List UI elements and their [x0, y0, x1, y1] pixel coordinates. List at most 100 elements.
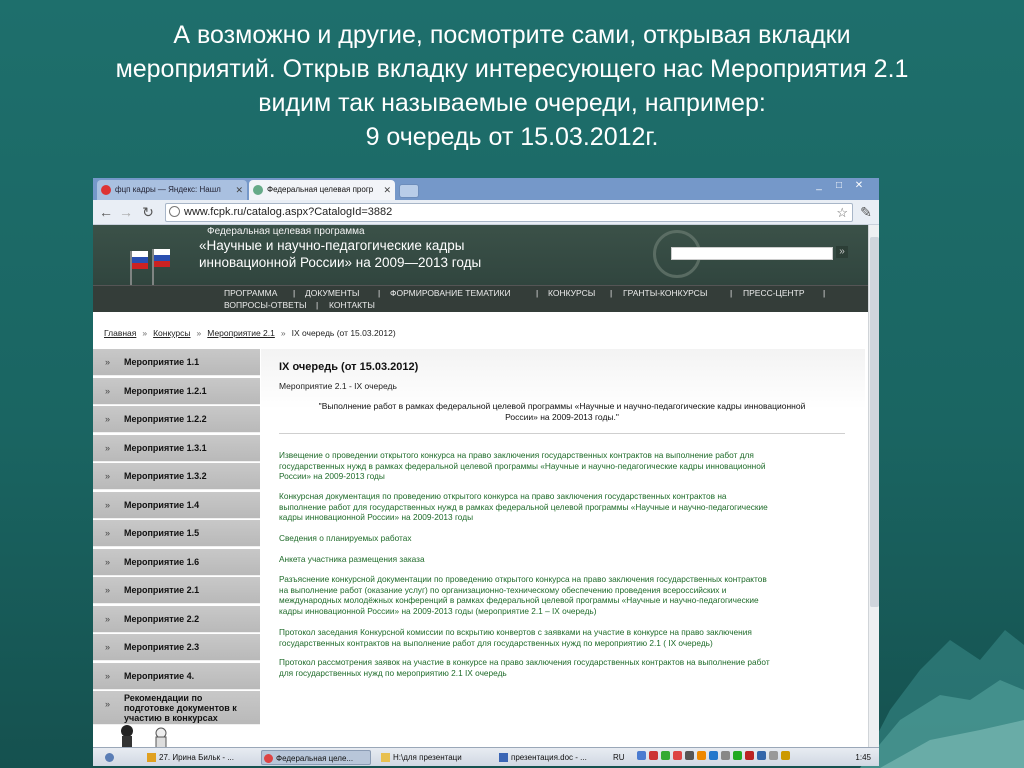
- sidebar-item-label-line: подготовке документов к: [124, 703, 237, 713]
- program-quote-line: России» на 2009-2013 годы.": [505, 412, 619, 422]
- sidebar-item-1-2-1[interactable]: » Мероприятие 1.2.1: [93, 377, 260, 405]
- nav-grants[interactable]: ГРАНТЫ-КОНКУРСЫ: [623, 288, 707, 298]
- sidebar-item-1-5[interactable]: » Мероприятие 1.5: [93, 520, 260, 547]
- link-line: Анкета участника размещения заказа: [279, 554, 425, 564]
- sidebar-item-2-1[interactable]: » Мероприятие 2.1: [93, 577, 260, 604]
- link-line: международных молодёжных конференций в р…: [279, 595, 759, 605]
- link-notice[interactable]: Извещение о проведении открытого конкурс…: [279, 450, 845, 482]
- sidebar-item-4[interactable]: » Мероприятие 4.: [93, 662, 260, 690]
- close-tab-icon[interactable]: ✕: [235, 180, 243, 200]
- sidebar-item-label: Мероприятие 1.6: [124, 556, 200, 567]
- address-bar[interactable]: www.fcpk.ru/catalog.aspx?CatalogId=3882 …: [165, 203, 853, 222]
- tray-icon[interactable]: [769, 751, 778, 760]
- nav-contacts[interactable]: КОНТАКТЫ: [329, 300, 375, 310]
- taskbar-item-browser[interactable]: Федеральная целе...: [261, 750, 371, 765]
- link-line: Протокол заседания Конкурсной комиссии п…: [279, 627, 752, 637]
- chevron-right-icon: »: [105, 471, 111, 481]
- taskbar-item-label: H:\для презентаци: [393, 753, 462, 762]
- tab-fcpk-label: Федеральная целевая прогр: [267, 185, 374, 194]
- tray-icon[interactable]: [781, 751, 790, 760]
- link-line: для государственных нужд по мероприятию …: [279, 667, 507, 678]
- link-line: кадры инновационной России» на 2009-2013…: [279, 605, 597, 616]
- chevron-right-icon: »: [105, 385, 111, 396]
- search-go-button[interactable]: »: [836, 246, 848, 258]
- taskbar-item-label: Федеральная целе...: [276, 754, 354, 763]
- clock[interactable]: 1:45: [855, 750, 871, 765]
- tray-icon[interactable]: [673, 751, 682, 760]
- link-line: Конкурсная документация по проведению от…: [279, 491, 727, 501]
- back-arrow-icon[interactable]: ←: [97, 203, 115, 221]
- folder-icon: [381, 753, 390, 762]
- nav-faq[interactable]: ВОПРОСЫ-ОТВЕТЫ: [224, 300, 307, 310]
- close-tab-icon[interactable]: ✕: [383, 180, 391, 200]
- tray-icon[interactable]: [637, 751, 646, 760]
- breadcrumb-separator: »: [280, 328, 286, 338]
- taskbar-item-folder[interactable]: H:\для презентаци: [379, 750, 489, 765]
- tab-yandex[interactable]: фцп кадры — Яндекс: Нашл ✕: [97, 180, 247, 200]
- tab-fcpk[interactable]: Федеральная целевая прогр ✕: [249, 180, 395, 200]
- link-clarification[interactable]: Разъяснение конкурсной документации по п…: [279, 574, 845, 616]
- reload-icon[interactable]: ↻: [139, 203, 157, 221]
- nav-separator: |: [823, 288, 826, 298]
- tray-icon[interactable]: [733, 751, 742, 760]
- link-line: выполнение работ для государственных нуж…: [279, 501, 768, 512]
- tray-icon[interactable]: [757, 751, 766, 760]
- scrollbar-thumb[interactable]: [870, 237, 879, 607]
- nav-topics[interactable]: ФОРМИРОВАНИЕ ТЕМАТИКИ: [390, 288, 511, 298]
- main-navigation: ПРОГРАММА | ДОКУМЕНТЫ | ФОРМИРОВАНИЕ ТЕМ…: [93, 285, 868, 312]
- maximize-button[interactable]: □: [830, 179, 848, 193]
- sidebar-item-1-2-2[interactable]: » Мероприятие 1.2.2: [93, 406, 260, 433]
- sidebar-item-1-3-2[interactable]: » Мероприятие 1.3.2: [93, 463, 260, 490]
- bookmark-star-icon[interactable]: ☆: [836, 204, 848, 221]
- sidebar-item-2-2[interactable]: » Мероприятие 2.2: [93, 605, 260, 633]
- link-review-protocol[interactable]: Протокол рассмотрения заявок на участие …: [279, 657, 845, 678]
- program-label: Федеральная целевая программа: [207, 226, 365, 237]
- link-planned-works[interactable]: Сведения о планируемых работах: [279, 533, 845, 544]
- page-scrollbar[interactable]: [868, 225, 879, 755]
- chevron-right-icon: »: [105, 357, 111, 367]
- link-line: Протокол рассмотрения заявок на участие …: [279, 657, 770, 667]
- start-button[interactable]: [99, 750, 123, 765]
- taskbar-item-document[interactable]: презентация.doc - ...: [497, 750, 607, 765]
- wrench-icon[interactable]: ✎: [857, 203, 875, 221]
- sidebar-item-1-3-1[interactable]: » Мероприятие 1.3.1: [93, 434, 260, 462]
- breadcrumb-measure[interactable]: Мероприятие 2.1: [207, 328, 275, 338]
- breadcrumb-home[interactable]: Главная: [104, 328, 136, 338]
- tray-icon[interactable]: [685, 751, 694, 760]
- sidebar-item-1-6[interactable]: » Мероприятие 1.6: [93, 548, 260, 576]
- nav-press[interactable]: ПРЕСС-ЦЕНТР: [743, 288, 805, 298]
- tray-icon[interactable]: [649, 751, 658, 760]
- close-window-button[interactable]: ✕: [850, 179, 868, 193]
- language-indicator[interactable]: RU: [613, 750, 633, 765]
- breadcrumb-contests[interactable]: Конкурсы: [153, 328, 190, 338]
- divider: [279, 433, 845, 434]
- nav-contests[interactable]: КОНКУРСЫ: [548, 288, 595, 298]
- taskbar-item-skype[interactable]: 27. Ирина Бильк - ...: [145, 750, 249, 765]
- tray-icon[interactable]: [661, 751, 670, 760]
- tray-icon[interactable]: [697, 751, 706, 760]
- forward-arrow-icon[interactable]: →: [117, 203, 135, 221]
- link-opening-protocol[interactable]: Протокол заседания Конкурсной комиссии п…: [279, 627, 845, 648]
- sidebar-item-label: Мероприятие 1.3.1: [124, 442, 207, 453]
- sidebar-item-1-4[interactable]: » Мероприятие 1.4: [93, 491, 260, 519]
- new-tab-button[interactable]: [399, 184, 419, 198]
- link-participant-form[interactable]: Анкета участника размещения заказа: [279, 554, 845, 565]
- program-name: «Научные и научно-педагогические кадры и…: [199, 237, 481, 271]
- tray-icon[interactable]: [709, 751, 718, 760]
- nav-documents[interactable]: ДОКУМЕНТЫ: [305, 288, 359, 298]
- sidebar-item-2-3[interactable]: » Мероприятие 2.3: [93, 634, 260, 661]
- tray-icon[interactable]: [721, 751, 730, 760]
- sidebar-item-recommendations[interactable]: » Рекомендации по подготовке документов ку…: [93, 691, 260, 725]
- program-quote-line: "Выполнение работ в рамках федеральной ц…: [318, 401, 806, 411]
- minimize-button[interactable]: _: [810, 179, 828, 193]
- link-line: государственных контрактов на выполнение…: [279, 637, 713, 648]
- nav-program[interactable]: ПРОГРАММА: [224, 288, 277, 298]
- link-documentation[interactable]: Конкурсная документация по проведению от…: [279, 491, 845, 523]
- site-search-input[interactable]: [671, 247, 833, 260]
- sidebar-item-label: Мероприятие 2.3: [124, 642, 200, 652]
- breadcrumb-separator: »: [196, 328, 202, 338]
- nav-separator: |: [610, 288, 613, 298]
- chevron-right-icon: »: [105, 670, 111, 681]
- sidebar-item-1-1[interactable]: » Мероприятие 1.1: [93, 349, 260, 376]
- tray-icon[interactable]: [745, 751, 754, 760]
